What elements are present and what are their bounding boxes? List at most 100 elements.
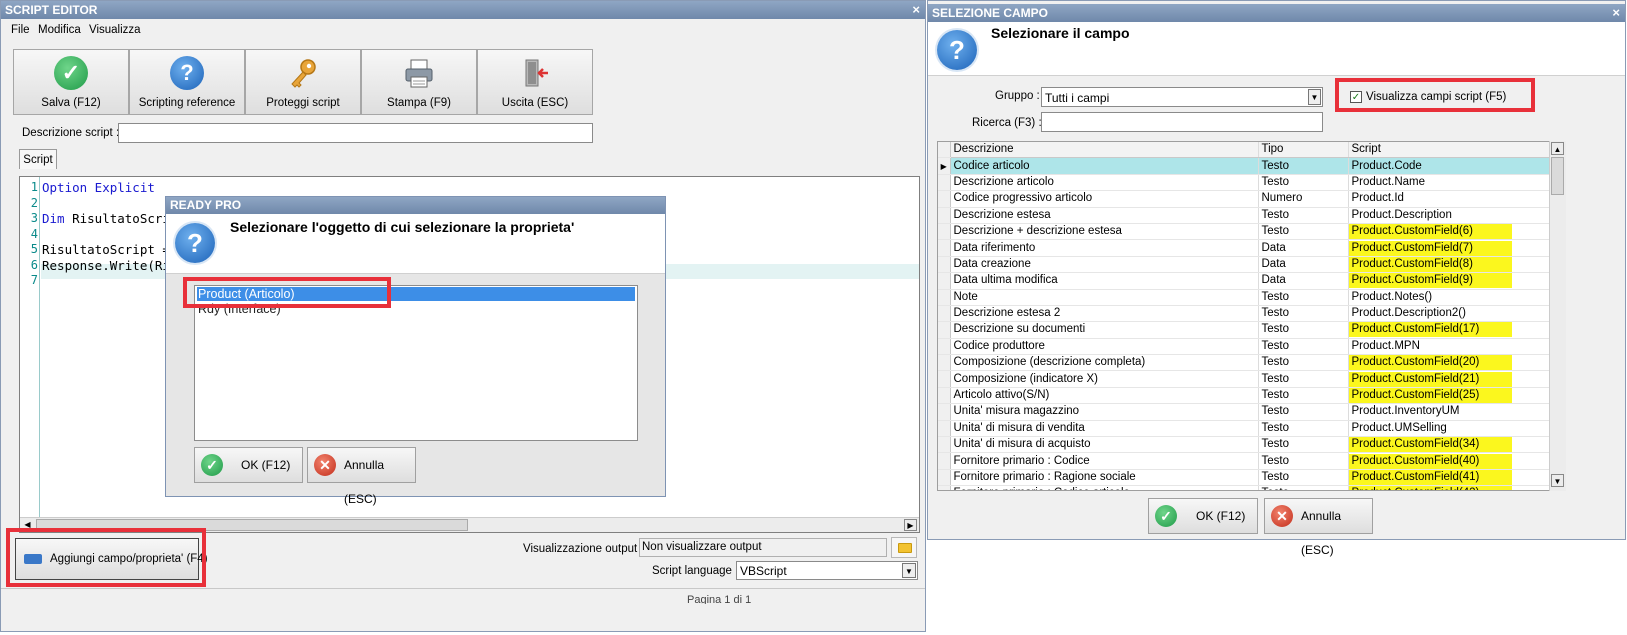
ok-button[interactable]: ✓ OK (F12)	[1148, 498, 1258, 534]
row-indicator	[938, 338, 951, 356]
cell-descrizione: Composizione (descrizione completa)	[950, 354, 1259, 372]
col-header-descrizione[interactable]: Descrizione	[950, 142, 1259, 159]
table-row[interactable]: Descrizione articolo Testo Product.Name	[938, 174, 1565, 192]
row-indicator	[938, 485, 951, 490]
table-row[interactable]: Descrizione su documenti Testo Product.Cus…	[938, 321, 1565, 339]
cell-script: Product.CustomField(20)	[1348, 354, 1565, 372]
vertical-scrollbar[interactable]: ▲ ▼	[1549, 141, 1566, 491]
scripting-reference-button[interactable]: ? Scripting reference	[129, 49, 245, 115]
grid-header-row: Descrizione Tipo Script	[938, 142, 1565, 159]
script-language-label: Script language :	[652, 565, 739, 577]
table-row[interactable]: Descrizione estesa Testo Product.Descripti…	[938, 207, 1565, 224]
exit-button-label: Uscita (ESC)	[501, 97, 569, 109]
scroll-up-arrow[interactable]: ▲	[1551, 142, 1564, 155]
description-input[interactable]	[118, 123, 593, 143]
highlighted-script: Product.CustomField(41)	[1348, 470, 1512, 485]
protect-script-button[interactable]: Proteggi script	[245, 49, 361, 115]
close-icon[interactable]: ×	[1612, 4, 1620, 22]
row-indicator	[938, 289, 951, 306]
select-field-heading: Selezionare il campo	[991, 25, 1130, 41]
col-header-tipo[interactable]: Tipo	[1258, 142, 1349, 159]
row-indicator	[938, 239, 951, 257]
col-header-script[interactable]: Script	[1348, 142, 1565, 159]
ok-button[interactable]: ✓ OK (F12)	[194, 447, 303, 483]
help-icon: ?	[937, 30, 977, 70]
cell-descrizione: Codice articolo	[950, 157, 1259, 175]
table-row[interactable]: ▶ Codice articolo Testo Product.Code	[938, 157, 1565, 175]
row-indicator	[938, 305, 951, 323]
cell-tipo: Testo	[1258, 338, 1349, 356]
menu-modifica[interactable]: Modifica	[38, 24, 81, 36]
cell-tipo: Testo	[1258, 157, 1349, 175]
menu-file[interactable]: File	[11, 24, 30, 36]
table-row[interactable]: Unita' di misura di acquisto Testo Product…	[938, 436, 1565, 454]
table-row[interactable]: Unita' di misura di vendita Testo Product.…	[938, 420, 1565, 438]
table-row[interactable]: Fornitore primario : Ragione sociale Test…	[938, 469, 1565, 487]
search-input[interactable]	[1041, 112, 1323, 132]
table-row[interactable]: Fornitore primario : Codice Testo Product.…	[938, 452, 1565, 470]
table-row[interactable]: Data riferimento Data Product.CustomField(…	[938, 239, 1565, 257]
close-icon[interactable]: ×	[912, 1, 920, 19]
cell-tipo: Testo	[1258, 207, 1349, 224]
cell-script: Product.Description	[1348, 207, 1565, 224]
tab-script[interactable]: Script	[19, 149, 57, 169]
cancel-button[interactable]: ✕ Annulla (ESC)	[1264, 498, 1373, 557]
save-button[interactable]: ✓ Salva (F12)	[13, 49, 129, 115]
cell-tipo: Testo	[1258, 436, 1349, 454]
line-number: 7	[30, 273, 38, 287]
table-row[interactable]: Composizione (indicatore X) Testo Product.…	[938, 370, 1565, 388]
script-language-select[interactable]: VBScript ▼	[736, 561, 918, 580]
window-title: SELEZIONE CAMPO	[932, 6, 1049, 20]
check-icon: ✓	[54, 56, 88, 90]
cancel-button[interactable]: ✕ Annulla (ESC)	[307, 447, 416, 506]
folder-button[interactable]	[891, 537, 917, 558]
highlighted-script: Product.CustomField(42)	[1348, 486, 1512, 490]
cell-script: Product.CustomField(7)	[1348, 239, 1565, 257]
scroll-down-arrow[interactable]: ▼	[1551, 474, 1564, 487]
table-row[interactable]: Data creazione Data Product.CustomField(8)	[938, 256, 1565, 274]
cell-tipo: Testo	[1258, 223, 1349, 241]
highlighted-script: Product.CustomField(9)	[1348, 273, 1512, 288]
fields-grid[interactable]: Descrizione Tipo Script ▶ Codice articolo…	[937, 141, 1566, 491]
dialog-header: ? Selezionare l'oggetto di cui seleziona…	[166, 214, 665, 274]
menu-visualizza[interactable]: Visualizza	[89, 24, 141, 36]
cell-tipo: Data	[1258, 272, 1349, 290]
object-list[interactable]: Product (Articolo) Rdy (Interface)	[194, 285, 638, 441]
table-row[interactable]: Data ultima modifica Data Product.CustomFi…	[938, 272, 1565, 290]
highlighted-script: Product.CustomField(6)	[1348, 224, 1512, 239]
description-label: Descrizione script :	[22, 127, 120, 139]
table-row[interactable]: Note Testo Product.Notes()	[938, 289, 1565, 306]
select-field-header: ? Selezionare il campo	[928, 22, 1625, 76]
table-row[interactable]: Fornitore primario : Codice articoloTest…	[938, 485, 1565, 490]
cell-tipo: Testo	[1258, 387, 1349, 405]
cell-descrizione: Articolo attivo(S/N)	[950, 387, 1259, 405]
table-row[interactable]: Codice produttore Testo Product.MPN	[938, 338, 1565, 356]
status-page: Pagina 1 di 1	[687, 594, 752, 604]
scroll-right-arrow[interactable]: ▶	[904, 519, 917, 531]
table-row[interactable]: Descrizione estesa 2 Testo Product.Descrip…	[938, 305, 1565, 323]
table-row[interactable]: Composizione (descrizione completa) Testo…	[938, 354, 1565, 372]
grid-body: ▶ Codice articolo Testo Product.Code Descriz…	[938, 157, 1565, 490]
print-button[interactable]: Stampa (F9)	[361, 49, 477, 115]
table-row[interactable]: Descrizione + descrizione estesa Testo Pro…	[938, 223, 1565, 241]
check-icon: ✓	[1155, 505, 1177, 527]
exit-button[interactable]: Uscita (ESC)	[477, 49, 593, 115]
cell-descrizione: Descrizione + descrizione estesa	[950, 223, 1259, 241]
row-indicator	[938, 354, 951, 372]
group-select[interactable]: Tutti i campi ▼	[1041, 87, 1323, 107]
output-label: Visualizzazione output :	[523, 543, 644, 555]
code-text: Dim RisultatoScri	[42, 211, 170, 226]
table-row[interactable]: Articolo attivo(S/N) Testo Product.CustomF…	[938, 387, 1565, 405]
table-row[interactable]: Codice progressivo articolo Numero Product…	[938, 190, 1565, 208]
annotation-highlight	[183, 277, 391, 308]
row-indicator	[938, 207, 951, 224]
cell-tipo: Testo	[1258, 289, 1349, 306]
highlighted-script: Product.CustomField(40)	[1348, 453, 1512, 469]
table-row[interactable]: Unita' misura magazzino Testo Product.Inve…	[938, 403, 1565, 421]
cell-script: Product.MPN	[1348, 338, 1565, 356]
cell-script: Product.CustomField(6)	[1348, 223, 1565, 241]
scroll-thumb[interactable]	[1551, 157, 1564, 195]
close-icon: ✕	[314, 454, 336, 476]
code-text: Response.Write(Ri	[42, 257, 170, 273]
row-indicator	[938, 436, 951, 454]
